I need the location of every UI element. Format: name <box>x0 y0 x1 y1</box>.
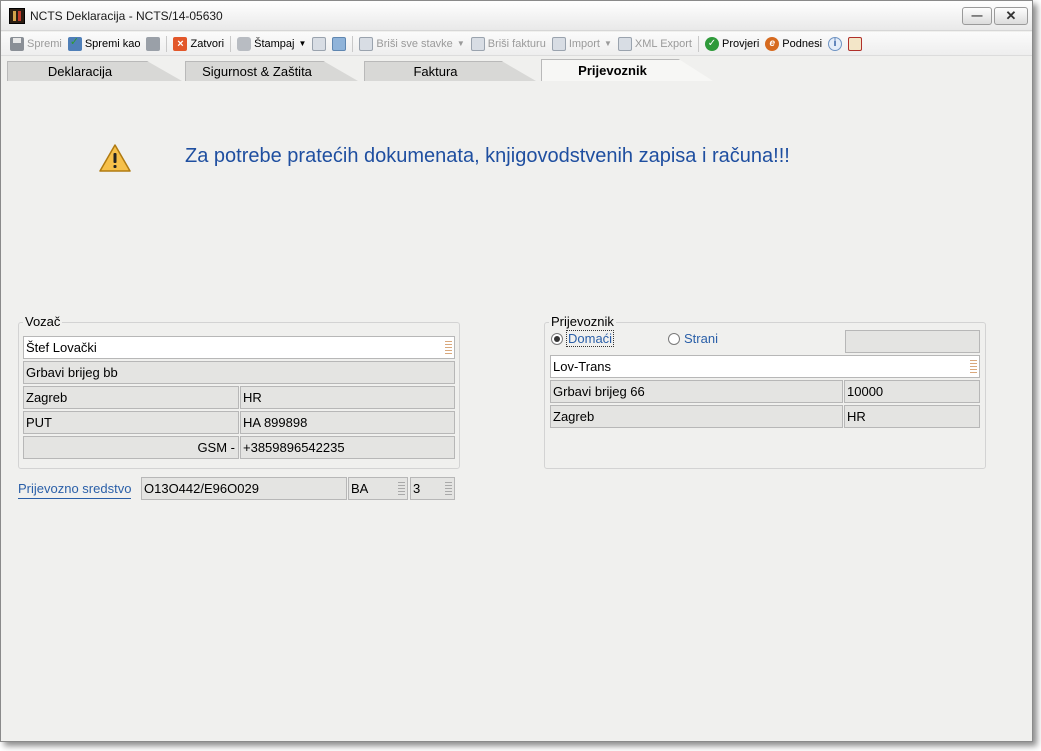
toolbar-separator <box>230 35 232 52</box>
document-preview-icon <box>312 36 327 51</box>
carrier-city-field[interactable]: Zagreb <box>550 405 843 428</box>
e-submit-icon: e <box>765 36 780 51</box>
carrier-domestic-radio[interactable]: Domaći <box>551 330 615 347</box>
user-button[interactable] <box>845 34 865 54</box>
delete-all-items-button[interactable]: Briši sve stavke ▼ <box>356 34 467 54</box>
import-icon <box>551 36 566 51</box>
driver-doc-type-field[interactable]: PUT <box>23 411 239 434</box>
toolbar-separator <box>697 35 699 52</box>
xml-export-button[interactable]: XML Export <box>615 34 695 54</box>
tab-deklaracija[interactable]: Deklaracija <box>7 61 182 81</box>
tab-sigurnost-zastita[interactable]: Sigurnost & Zaštita <box>185 61 358 81</box>
vehicle-link[interactable]: Prijevozno sredstvo <box>18 481 132 499</box>
carrier-address-field[interactable]: Grbavi brijeg 66 <box>550 380 843 403</box>
carrier-code-field[interactable] <box>845 330 980 353</box>
driver-address-field[interactable]: Grbavi brijeg bb <box>23 361 455 384</box>
lookup-list-icon[interactable] <box>445 482 452 495</box>
check-button[interactable]: ✓ Provjeri <box>702 34 762 54</box>
toolbar: Spremi Spremi kao × Zatvori Štampaj ▼ <box>1 32 1032 56</box>
driver-phone-field[interactable]: +3859896542235 <box>240 436 455 459</box>
carrier-postal-code-field[interactable]: 10000 <box>844 380 980 403</box>
submit-button[interactable]: e Podnesi <box>762 34 825 54</box>
close-window-button[interactable]: ✕ <box>994 7 1028 25</box>
calculator-icon <box>332 36 347 51</box>
document-delete-icon <box>359 36 374 51</box>
vehicle-registration-field[interactable]: O13O442/E96O029 <box>141 477 347 500</box>
vehicle-type-field[interactable]: 3 <box>410 477 455 500</box>
tab-faktura[interactable]: Faktura <box>364 61 536 81</box>
preview-button[interactable] <box>309 34 329 54</box>
driver-group-title: Vozač <box>23 314 63 329</box>
title-bar: NCTS Deklaracija - NCTS/14-05630 — ✕ <box>1 1 1032 31</box>
vehicle-country-field[interactable]: BA <box>348 477 408 500</box>
carrier-name-field[interactable]: Lov-Trans <box>550 355 980 378</box>
printer-icon <box>237 36 252 51</box>
save-as-icon <box>67 35 82 51</box>
carrier-country-field[interactable]: HR <box>844 405 980 428</box>
tab-bar: Deklaracija Sigurnost & Zaštita Faktura … <box>1 59 1032 81</box>
info-button[interactable]: i <box>825 34 845 54</box>
tab-prijevoznik[interactable]: Prijevoznik <box>541 59 713 81</box>
lookup-list-icon[interactable] <box>445 341 452 354</box>
dropdown-arrow-icon: ▼ <box>604 39 612 48</box>
carrier-group-title: Prijevoznik <box>549 314 616 329</box>
driver-phone-label: GSM - <box>23 436 239 459</box>
floppy-disk-icon <box>146 36 161 51</box>
save-copy-button[interactable] <box>143 34 163 54</box>
driver-city-field[interactable]: Zagreb <box>23 386 239 409</box>
app-icon <box>9 8 25 24</box>
toolbar-separator <box>166 35 168 52</box>
info-icon: i <box>828 36 843 51</box>
xml-export-icon <box>617 36 632 51</box>
delete-invoice-button[interactable]: Briši fakturu <box>468 34 549 54</box>
lookup-list-icon[interactable] <box>398 482 405 495</box>
lookup-list-icon[interactable] <box>970 360 977 373</box>
invoice-delete-icon <box>470 36 485 51</box>
window-title: NCTS Deklaracija - NCTS/14-05630 <box>30 9 223 23</box>
save-button[interactable]: Spremi <box>7 34 65 54</box>
driver-name-field[interactable]: Štef Lovački <box>23 336 455 359</box>
app-window: NCTS Deklaracija - NCTS/14-05630 — ✕ Spr… <box>0 0 1033 742</box>
warning-message: Za potrebe pratećih dokumenata, knjigovo… <box>185 145 790 167</box>
dropdown-arrow-icon: ▼ <box>298 39 307 48</box>
carrier-foreign-radio[interactable]: Strani <box>668 331 718 346</box>
dropdown-arrow-icon: ▼ <box>456 39 465 48</box>
warning-icon <box>99 144 131 172</box>
import-button[interactable]: Import ▼ <box>549 34 615 54</box>
minimize-button[interactable]: — <box>962 7 992 25</box>
radio-selected-icon <box>551 332 563 345</box>
user-card-icon <box>848 36 863 51</box>
checkmark-icon: ✓ <box>704 36 719 51</box>
driver-country-field[interactable]: HR <box>240 386 455 409</box>
close-icon: × <box>173 36 188 51</box>
driver-doc-number-field[interactable]: HA 899898 <box>240 411 455 434</box>
save-as-button[interactable]: Spremi kao <box>65 34 144 54</box>
calculator-button[interactable] <box>329 34 349 54</box>
floppy-disk-icon <box>10 36 24 51</box>
print-button[interactable]: Štampaj ▼ <box>234 34 309 54</box>
toolbar-separator <box>352 35 354 52</box>
radio-unselected-icon <box>668 332 680 345</box>
close-button[interactable]: × Zatvori <box>170 34 227 54</box>
